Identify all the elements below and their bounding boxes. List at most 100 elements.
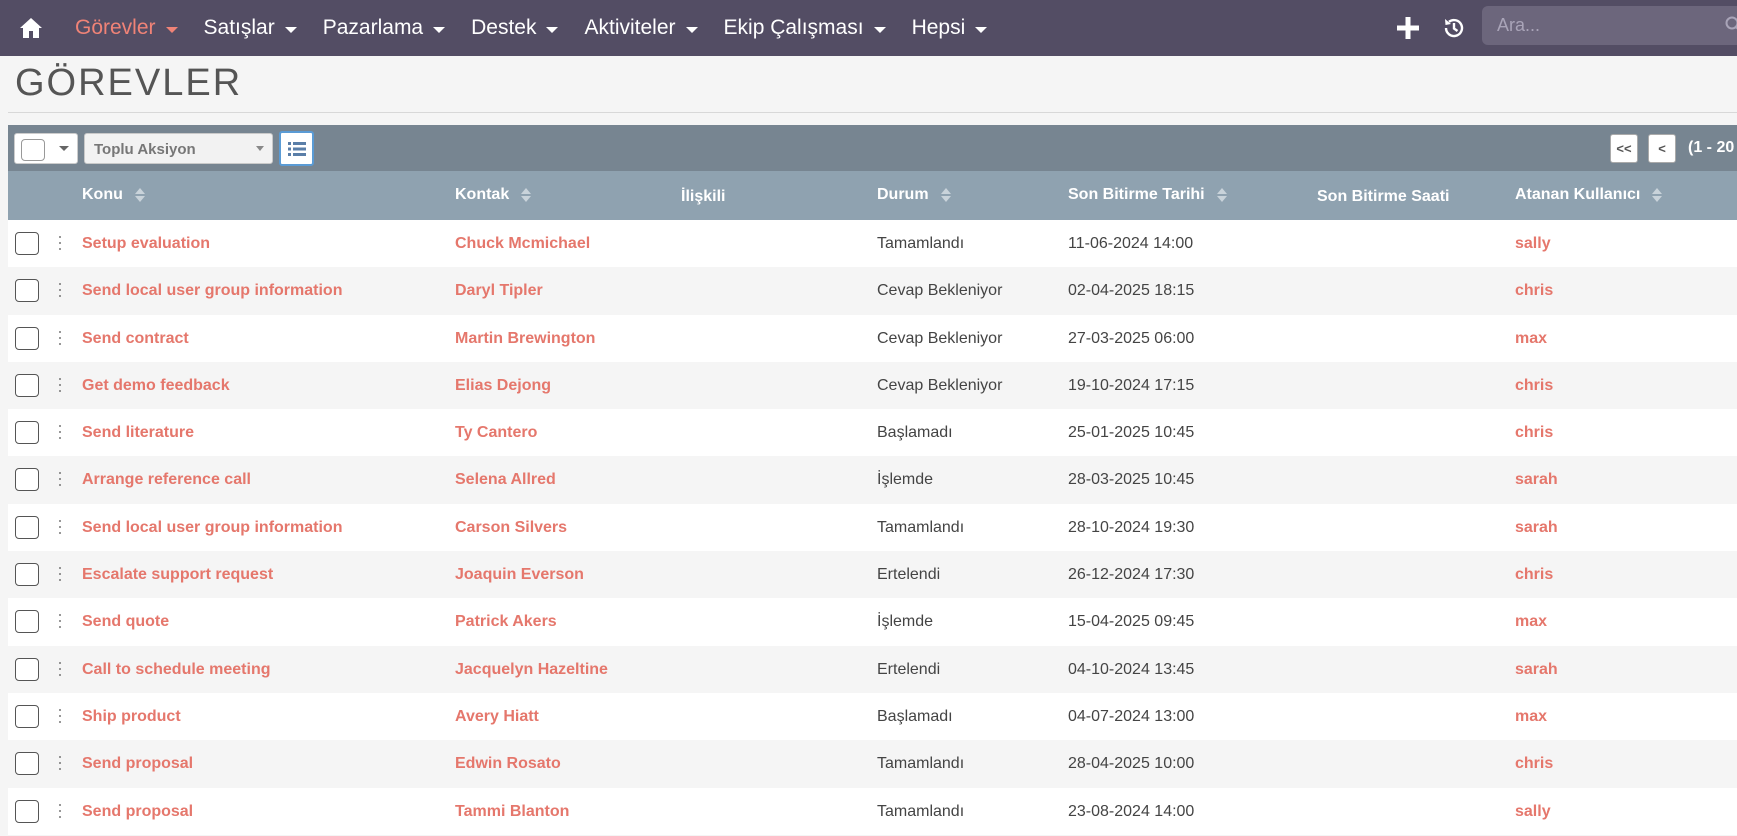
assigned-user-link[interactable]: max bbox=[1515, 708, 1547, 726]
subject-link[interactable]: Send local user group information bbox=[82, 282, 342, 300]
status-cell: Cevap Bekleniyor bbox=[877, 282, 1003, 300]
row-checkbox[interactable] bbox=[15, 657, 39, 681]
subject-link[interactable]: Setup evaluation bbox=[82, 235, 210, 253]
column-header-assigned-user[interactable]: Atanan Kullanıcı bbox=[1515, 186, 1663, 204]
assigned-user-link[interactable]: sarah bbox=[1515, 471, 1558, 489]
contact-link[interactable]: Daryl Tipler bbox=[455, 282, 543, 300]
contact-link[interactable]: Carson Silvers bbox=[455, 519, 567, 537]
row-checkbox[interactable] bbox=[15, 326, 39, 350]
nav-item-5[interactable]: Ekip Çalışması bbox=[711, 0, 899, 56]
row-actions-icon[interactable] bbox=[58, 756, 62, 771]
contact-link[interactable]: Elias Dejong bbox=[455, 377, 551, 395]
row-checkbox[interactable] bbox=[15, 373, 39, 397]
nav-item-4[interactable]: Aktiviteler bbox=[571, 0, 710, 56]
subject-link[interactable]: Send local user group information bbox=[82, 519, 342, 537]
row-actions-icon[interactable] bbox=[58, 472, 62, 487]
assigned-user-link[interactable]: max bbox=[1515, 330, 1547, 348]
row-actions-icon[interactable] bbox=[58, 236, 62, 250]
status-cell: Tamamlandı bbox=[877, 518, 965, 536]
assigned-user-link[interactable]: sally bbox=[1515, 235, 1551, 253]
subject-link[interactable]: Send proposal bbox=[82, 755, 193, 773]
row-actions-icon[interactable] bbox=[58, 330, 62, 345]
due-date-cell: 26-12-2024 17:30 bbox=[1068, 566, 1195, 584]
contact-link[interactable]: Ty Cantero bbox=[455, 424, 537, 442]
assigned-user-link[interactable]: chris bbox=[1515, 755, 1553, 773]
row-checkbox[interactable] bbox=[15, 421, 39, 445]
nav-item-2[interactable]: Pazarlama bbox=[310, 0, 458, 56]
list-view-icon bbox=[287, 141, 306, 156]
subject-link[interactable]: Arrange reference call bbox=[82, 471, 251, 489]
row-checkbox[interactable] bbox=[15, 468, 39, 492]
subject-link[interactable]: Send literature bbox=[82, 424, 194, 442]
sort-icon[interactable] bbox=[1216, 188, 1227, 202]
row-checkbox[interactable] bbox=[15, 232, 39, 255]
assigned-user-link[interactable]: chris bbox=[1515, 377, 1553, 395]
row-checkbox[interactable] bbox=[15, 752, 39, 776]
home-button[interactable] bbox=[0, 0, 62, 56]
row-actions-icon[interactable] bbox=[58, 283, 62, 298]
chevron-down-icon bbox=[59, 146, 69, 151]
row-actions-icon[interactable] bbox=[58, 661, 62, 676]
assigned-user-link[interactable]: max bbox=[1515, 613, 1547, 631]
create-button[interactable] bbox=[1385, 0, 1431, 56]
subject-link[interactable]: Send proposal bbox=[82, 803, 193, 821]
sort-icon[interactable] bbox=[940, 188, 951, 202]
row-checkbox[interactable] bbox=[15, 610, 39, 634]
contact-link[interactable]: Patrick Akers bbox=[455, 613, 557, 631]
subject-link[interactable]: Escalate support request bbox=[82, 566, 273, 584]
sort-icon[interactable] bbox=[521, 188, 532, 202]
subject-link[interactable]: Call to schedule meeting bbox=[82, 661, 270, 679]
column-chooser-button[interactable] bbox=[279, 131, 314, 166]
row-checkbox[interactable] bbox=[15, 704, 39, 728]
row-checkbox[interactable] bbox=[15, 515, 39, 539]
assigned-user-link[interactable]: chris bbox=[1515, 424, 1553, 442]
column-header-status[interactable]: Durum bbox=[877, 186, 951, 204]
row-actions-icon[interactable] bbox=[58, 519, 62, 534]
subject-link[interactable]: Get demo feedback bbox=[82, 377, 230, 395]
first-page-button[interactable]: << bbox=[1610, 134, 1638, 163]
subject-link[interactable]: Ship product bbox=[82, 708, 181, 726]
column-header-label: Konu bbox=[82, 186, 123, 203]
nav-item-1[interactable]: Satışlar bbox=[191, 0, 310, 56]
contact-link[interactable]: Chuck Mcmichael bbox=[455, 235, 590, 253]
assigned-user-link[interactable]: chris bbox=[1515, 566, 1553, 584]
contact-link[interactable]: Martin Brewington bbox=[455, 330, 595, 348]
assigned-user-link[interactable]: sarah bbox=[1515, 519, 1558, 537]
column-header-subject[interactable]: Konu bbox=[82, 186, 145, 204]
column-header-due-date[interactable]: Son Bitirme Tarihi bbox=[1068, 186, 1227, 204]
search-input[interactable]: Ara... bbox=[1482, 6, 1737, 45]
bulk-action-dropdown[interactable]: Toplu Aksiyon bbox=[84, 133, 273, 164]
assigned-user-link[interactable]: sarah bbox=[1515, 661, 1558, 679]
row-checkbox[interactable] bbox=[15, 563, 39, 587]
sort-icon[interactable] bbox=[134, 188, 145, 202]
row-checkbox[interactable] bbox=[15, 799, 39, 823]
nav-item-6[interactable]: Hepsi bbox=[899, 0, 1001, 56]
contact-link[interactable]: Jacquelyn Hazeltine bbox=[455, 661, 608, 679]
row-actions-icon[interactable] bbox=[58, 708, 62, 723]
column-header-contact[interactable]: Kontak bbox=[455, 186, 532, 204]
sort-icon[interactable] bbox=[1652, 188, 1663, 202]
nav-item-3[interactable]: Destek bbox=[458, 0, 571, 56]
nav-item-0[interactable]: Görevler bbox=[62, 0, 191, 56]
row-actions-icon[interactable] bbox=[58, 567, 62, 582]
contact-link[interactable]: Joaquin Everson bbox=[455, 566, 584, 584]
select-all-dropdown[interactable] bbox=[14, 133, 78, 164]
assigned-user-link[interactable]: sally bbox=[1515, 803, 1551, 821]
contact-link[interactable]: Tammi Blanton bbox=[455, 803, 569, 821]
table-row: Send quote Patrick Akers İşlemde 15-04-2025… bbox=[8, 598, 1737, 646]
previous-page-button[interactable]: < bbox=[1648, 134, 1676, 163]
contact-link[interactable]: Selena Allred bbox=[455, 471, 556, 489]
assigned-user-link[interactable]: chris bbox=[1515, 282, 1553, 300]
subject-link[interactable]: Send contract bbox=[82, 330, 189, 348]
row-actions-icon[interactable] bbox=[58, 614, 62, 629]
row-checkbox[interactable] bbox=[15, 279, 39, 303]
row-actions-icon[interactable] bbox=[58, 377, 62, 392]
row-actions-icon[interactable] bbox=[58, 803, 62, 818]
contact-link[interactable]: Edwin Rosato bbox=[455, 755, 561, 773]
subject-link[interactable]: Send quote bbox=[82, 613, 169, 631]
contact-link[interactable]: Avery Hiatt bbox=[455, 708, 539, 726]
search-icon[interactable] bbox=[1725, 16, 1737, 34]
row-actions-icon[interactable] bbox=[58, 425, 62, 440]
recently-viewed-button[interactable] bbox=[1431, 0, 1477, 56]
select-all-checkbox[interactable] bbox=[21, 139, 45, 161]
